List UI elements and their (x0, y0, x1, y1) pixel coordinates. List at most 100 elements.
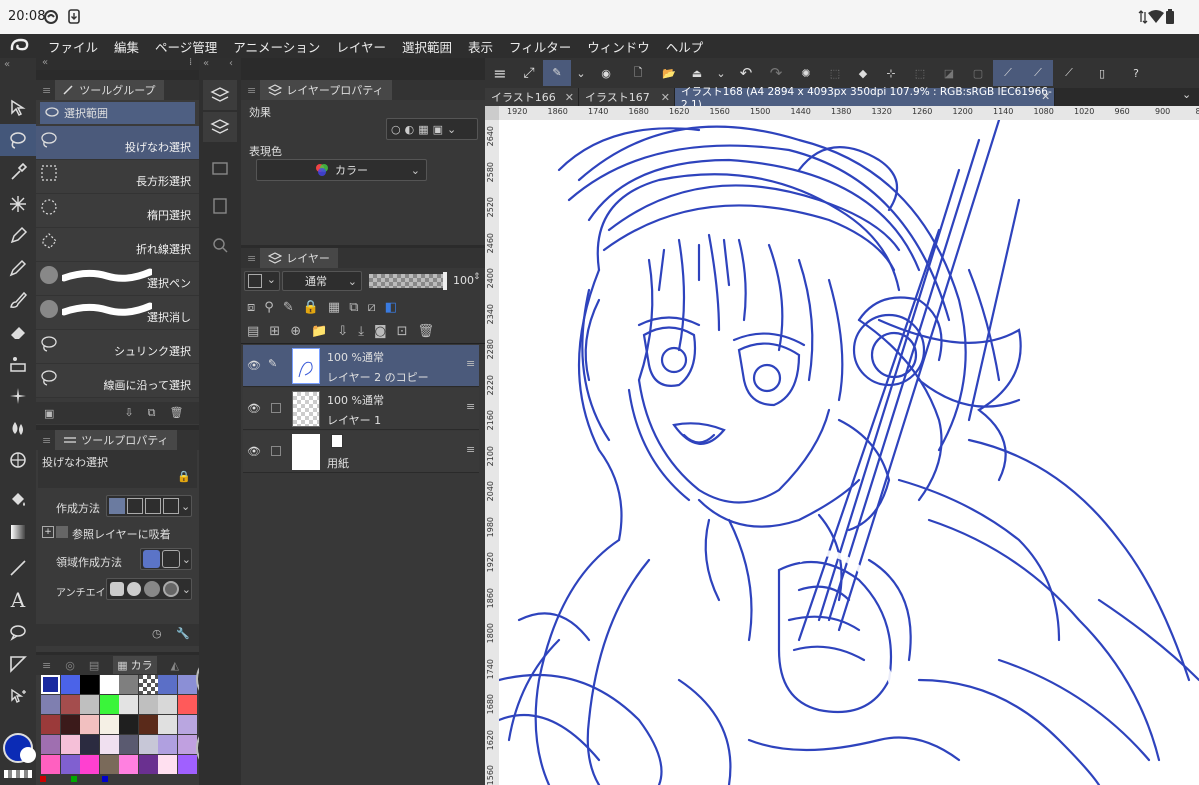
color-swatch[interactable] (99, 755, 119, 774)
object-tool-icon[interactable] (0, 680, 36, 712)
drawing-canvas[interactable] (499, 120, 1199, 785)
color-slider-tab-icon[interactable]: ▤ (89, 659, 99, 672)
sub-tool-item[interactable]: 選択ペン (36, 262, 199, 296)
antialias-weak-icon[interactable] (126, 582, 141, 596)
undo-icon[interactable]: ↶ (731, 64, 761, 82)
tab-tool-group[interactable]: ツールグループ (55, 80, 164, 100)
menu-filter[interactable]: フィルター (501, 37, 579, 56)
approximate-color-tab-icon[interactable]: ◭ (171, 659, 179, 672)
opacity-slider[interactable] (369, 272, 447, 290)
snap-special-ruler-icon[interactable]: ⟋ (1023, 60, 1053, 86)
color-swatch[interactable] (158, 755, 177, 774)
create-mask-icon[interactable]: ◙ (374, 324, 387, 339)
chevron-down-icon[interactable]: ⌄ (571, 67, 591, 80)
color-swatch[interactable] (138, 695, 158, 714)
color-swatch[interactable] (158, 735, 177, 754)
tone-effect-icon[interactable]: ◐ (405, 123, 415, 136)
color-swatch[interactable] (177, 735, 197, 754)
sub-tool-settings-icon[interactable]: ▣ (44, 407, 54, 420)
fill-icon[interactable]: ◆ (849, 67, 877, 80)
close-icon[interactable]: ✕ (565, 91, 574, 104)
opacity-value[interactable]: 100 (453, 274, 474, 287)
color-swatch[interactable] (138, 735, 158, 754)
chevron-down-icon[interactable]: ⌄ (711, 67, 731, 80)
figure-ruler-icon[interactable] (0, 444, 36, 476)
save-icon[interactable]: ⏏ (683, 67, 711, 80)
lock-layer-icon[interactable]: 🔒 (303, 300, 319, 315)
lasso-mode-icon[interactable] (143, 550, 161, 568)
eraser-tool-icon[interactable] (0, 316, 36, 348)
close-icon[interactable]: ✕ (1041, 91, 1050, 103)
wrench-icon[interactable]: 🔧 (176, 627, 190, 640)
merge-down-icon[interactable]: ⤓ (358, 324, 364, 339)
layer-row[interactable]: 👁 100 %通常 レイヤー 1 ≡ (243, 388, 479, 430)
sub-tool-item[interactable]: 選択消し (36, 296, 199, 330)
duplicate-sub-tool-icon[interactable]: ⧉ (148, 406, 156, 420)
new-selection-icon[interactable] (109, 498, 125, 514)
opacity-stepper-icon[interactable]: ⇕ (473, 272, 481, 282)
lock-transparency-icon[interactable]: ▦ (328, 300, 340, 315)
expand-icon[interactable]: + (42, 526, 54, 538)
reset-icon[interactable]: ◷ (152, 627, 162, 640)
create-method-select[interactable]: ⌄ (106, 495, 192, 517)
decoration-tool-icon[interactable] (0, 348, 36, 380)
color-swatch[interactable] (60, 675, 80, 694)
grip-icon[interactable]: ⁞ (189, 57, 192, 68)
sparkle-tool-icon[interactable] (0, 380, 36, 412)
visibility-eye-icon[interactable]: 👁 (247, 445, 261, 458)
tone-pattern-icon[interactable]: ▦ (418, 123, 428, 136)
opacity-slider-handle[interactable] (443, 272, 447, 290)
layer-color-select[interactable]: ⌄ (244, 271, 280, 291)
blend-mode-select[interactable]: 通常 ⌄ (282, 271, 362, 291)
sub-color-icon[interactable] (20, 747, 36, 763)
tool-group-header-selection[interactable]: 選択範囲 (40, 102, 195, 124)
menu-layer[interactable]: レイヤー (328, 37, 394, 56)
antialias-select[interactable]: ⌄ (106, 578, 192, 600)
mask-enable-icon[interactable]: ⧉ (349, 300, 358, 315)
tab-tool-property[interactable]: ツールプロパティ (55, 430, 177, 450)
collapse-toolbar-icon[interactable]: « (0, 58, 36, 70)
open-file-icon[interactable]: 📂 (655, 67, 683, 80)
color-swatch[interactable] (80, 695, 99, 714)
selection-area-icon[interactable]: ▢ (963, 67, 993, 80)
color-swatch[interactable] (60, 695, 80, 714)
tab-layer[interactable]: レイヤー (260, 248, 338, 268)
panel-menu-icon[interactable]: ≡ (247, 84, 256, 97)
antialias-none-icon[interactable] (110, 582, 124, 596)
effect-select[interactable]: ○ ◐ ▦ ▣ ⌄ (386, 118, 478, 140)
color-swatch[interactable] (60, 735, 80, 754)
animation-strip-icon[interactable] (203, 153, 237, 183)
app-logo-icon[interactable] (0, 34, 40, 58)
color-swatch[interactable] (99, 715, 119, 734)
invert-selection-icon[interactable]: ◪ (935, 67, 963, 80)
color-swatch[interactable] (119, 715, 138, 734)
ruler-display-icon[interactable]: ⧄ (368, 300, 376, 315)
menu-edit[interactable]: 編集 (106, 37, 147, 56)
collapse-arrow-icon[interactable]: ‹ (229, 58, 233, 69)
tab-illust-166[interactable]: イラスト166 ✕ (485, 88, 579, 106)
collapse-left-icon[interactable]: « (42, 57, 48, 68)
panel-menu-icon[interactable]: ≡ (42, 84, 51, 97)
color-swatch[interactable] (119, 675, 138, 694)
search-strip-icon[interactable] (203, 230, 237, 260)
reference-layer-icon[interactable]: ⚲ (264, 300, 274, 315)
menu-file[interactable]: ファイル (40, 37, 106, 56)
color-swatch[interactable] (119, 755, 138, 774)
color-swatch[interactable] (80, 755, 99, 774)
new-file-icon[interactable]: 🗋 (621, 64, 655, 83)
clip-studio-icon[interactable]: ◉ (591, 67, 621, 80)
color-swatch[interactable] (80, 715, 99, 734)
menu-help[interactable]: ヘルプ (658, 37, 712, 56)
drag-handle-icon[interactable]: ≡ (466, 400, 475, 413)
sub-tool-item[interactable]: 楕円選択 (36, 194, 199, 228)
balloon-tool-icon[interactable] (0, 616, 36, 648)
transparent-color-icon[interactable] (4, 770, 32, 778)
panel-menu-icon[interactable]: ≡ (42, 659, 51, 672)
edit-checkbox[interactable] (271, 403, 281, 413)
tab-list-chevron-icon[interactable]: ⌄ (1182, 88, 1191, 101)
color-wheel-tab-icon[interactable]: ◎ (65, 659, 75, 672)
color-swatch[interactable] (80, 675, 99, 694)
lasso-tool-icon[interactable] (0, 124, 36, 156)
lock-icon[interactable]: 🔒 (177, 470, 191, 483)
region-method-select[interactable]: ⌄ (140, 548, 192, 570)
